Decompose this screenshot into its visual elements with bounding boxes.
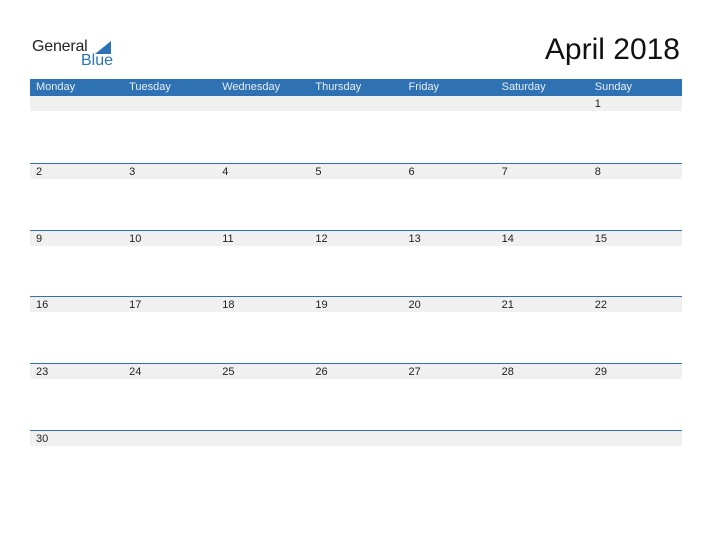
day-cell	[216, 431, 309, 446]
day-cell: 24	[129, 366, 142, 378]
weekday-label: Tuesday	[129, 81, 171, 93]
day-cell: 17	[129, 299, 142, 311]
week-row: 30	[30, 430, 682, 498]
week-row: 9 10 11 12 13 14 15	[30, 230, 682, 298]
day-cell	[309, 431, 402, 446]
day-cell	[589, 431, 682, 446]
day-cell: 27	[408, 366, 421, 378]
day-cell	[496, 431, 589, 446]
weekday-label: Wednesday	[222, 81, 281, 93]
day-cell: 2	[36, 166, 43, 178]
day-cell: 21	[501, 299, 514, 311]
day-cell: 6	[408, 166, 415, 178]
day-cell: 29	[594, 366, 607, 378]
day-cell: 16	[36, 299, 49, 311]
logo-general-text: General	[32, 38, 88, 55]
week-row: 23 24 25 26 27 28 29	[30, 363, 682, 431]
day-cell: 9	[36, 233, 43, 245]
day-cell	[403, 431, 496, 446]
day-cell: 5	[315, 166, 322, 178]
day-cell: 28	[501, 366, 514, 378]
weekday-label: Monday	[36, 81, 76, 93]
day-cell: 23	[36, 366, 49, 378]
day-cell: 8	[594, 166, 601, 178]
week-row: 1	[30, 96, 682, 163]
day-cell: 26	[315, 366, 328, 378]
week-row: 16 17 18 19 20 21 22	[30, 296, 682, 364]
day-cell: 3	[129, 166, 136, 178]
calendar-title: April 2018	[544, 33, 680, 66]
week-row: 2 3 4 5 6 7 8	[30, 163, 682, 231]
logo-blue-text: Blue	[81, 52, 114, 69]
day-cell: 4	[222, 166, 229, 178]
day-cell: 10	[129, 233, 142, 245]
day-cell: 1	[594, 98, 601, 110]
day-cell: 30	[36, 433, 49, 445]
weekday-label: Saturday	[501, 81, 546, 93]
day-cell: 22	[594, 299, 607, 311]
date-band: 16 17 18 19 20 21 22	[30, 297, 682, 312]
day-cell: 25	[222, 366, 235, 378]
day-cell	[123, 96, 216, 111]
day-cell: 13	[408, 233, 421, 245]
day-cell: 7	[501, 166, 508, 178]
weekday-header: Monday Tuesday Wednesday Thursday Friday…	[30, 79, 682, 96]
day-cell	[403, 96, 496, 111]
day-cell: 12	[315, 233, 328, 245]
day-cell: 18	[222, 299, 235, 311]
day-cell	[123, 431, 216, 446]
weekday-label: Sunday	[594, 81, 633, 93]
date-band: 2 3 4 5 6 7 8	[30, 164, 682, 179]
day-cell: 11	[222, 233, 234, 245]
day-cell	[496, 96, 589, 111]
day-cell	[309, 96, 402, 111]
day-cell: 19	[315, 299, 328, 311]
date-band: 9 10 11 12 13 14 15	[30, 231, 682, 246]
date-band: 30	[30, 431, 682, 446]
day-cell	[216, 96, 309, 111]
logo: General Blue	[32, 38, 122, 72]
day-cell: 20	[408, 299, 421, 311]
day-cell	[30, 96, 123, 111]
day-cell: 14	[501, 233, 514, 245]
date-band: 23 24 25 26 27 28 29	[30, 364, 682, 379]
day-cell: 15	[594, 233, 607, 245]
weekday-label: Thursday	[315, 81, 362, 93]
weekday-label: Friday	[408, 81, 440, 93]
date-band: 1	[30, 96, 682, 111]
